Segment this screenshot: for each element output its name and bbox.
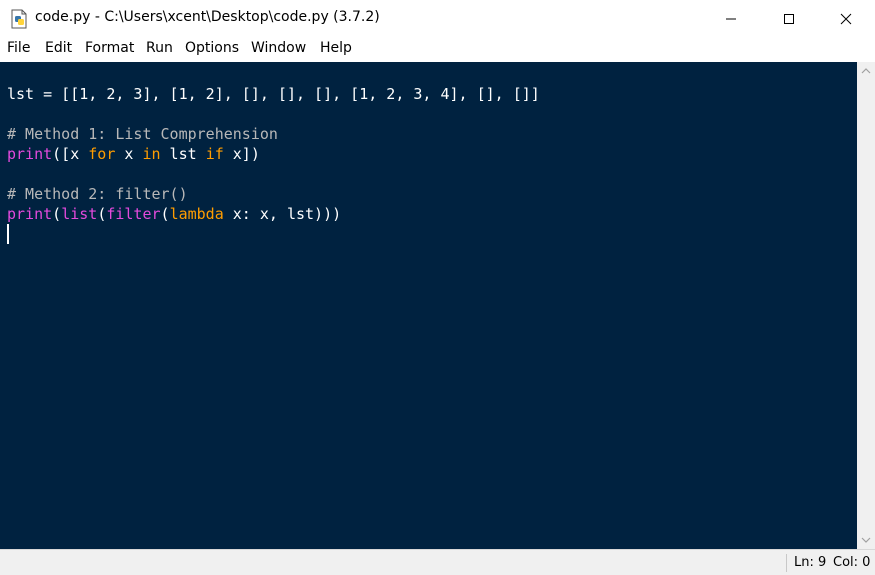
comment-token: # Method 1: List Comprehension (7, 125, 278, 143)
menu-window[interactable]: Window (251, 40, 306, 56)
builtin-token: print (7, 205, 53, 223)
comment-token: # Method 2: filter() (7, 185, 188, 203)
text-cursor (7, 224, 9, 244)
maximize-icon (784, 13, 794, 24)
code-line: print([x for x in lst if x]) (7, 144, 260, 164)
builtin-token: print (7, 145, 53, 163)
builtin-token: filter (106, 205, 161, 223)
window-title: code.py - C:\Users\xcent\Desktop\code.py… (35, 9, 380, 25)
code-line: lst = [[1, 2, 3], [1, 2], [], [], [], [1… (7, 84, 540, 104)
python-file-icon (10, 9, 28, 29)
code-token: lst = [[1, 2, 3], [1, 2], [], [], [], [1… (7, 85, 540, 103)
minimize-button[interactable] (702, 0, 760, 37)
menu-options[interactable]: Options (185, 40, 239, 56)
menu-edit[interactable]: Edit (45, 40, 72, 56)
code-token: x (115, 145, 143, 163)
code-token: ([x (52, 145, 89, 163)
builtin-token: list (61, 205, 98, 223)
scroll-down-button[interactable] (857, 531, 875, 549)
keyword-token: in (142, 145, 161, 163)
keyword-token: lambda (169, 205, 224, 223)
code-token: ( (97, 205, 107, 223)
code-line: # Method 2: filter() (7, 184, 188, 204)
menu-format[interactable]: Format (85, 40, 134, 56)
minimize-icon (726, 18, 736, 19)
status-divider (786, 554, 787, 572)
menu-file[interactable]: File (7, 40, 30, 56)
keyword-token: for (88, 145, 116, 163)
code-editor[interactable]: lst = [[1, 2, 3], [1, 2], [], [], [], [1… (0, 62, 857, 549)
code-token: lst (160, 145, 206, 163)
title-bar[interactable]: code.py - C:\Users\xcent\Desktop\code.py… (0, 0, 875, 37)
scroll-up-button[interactable] (857, 62, 875, 80)
code-token: x]) (223, 145, 260, 163)
menu-run[interactable]: Run (146, 40, 173, 56)
code-token: ( (52, 205, 62, 223)
menu-bar: File Edit Format Run Options Window Help (0, 37, 875, 62)
menu-help[interactable]: Help (320, 40, 352, 56)
chevron-down-icon (861, 537, 871, 543)
code-token: x: x, lst))) (223, 205, 342, 223)
vertical-scrollbar[interactable] (857, 62, 875, 549)
status-line-number: Ln: 9 (794, 555, 827, 570)
code-line: # Method 1: List Comprehension (7, 124, 278, 144)
code-line: print(list(filter(lambda x: x, lst))) (7, 204, 341, 224)
chevron-up-icon (861, 68, 871, 74)
close-button[interactable] (817, 0, 875, 37)
code-token: ( (160, 205, 170, 223)
maximize-button[interactable] (760, 0, 818, 37)
status-column-number: Col: 0 (833, 555, 871, 570)
keyword-token: if (205, 145, 224, 163)
status-bar: Ln: 9 Col: 0 (0, 549, 875, 575)
close-icon (840, 13, 852, 24)
